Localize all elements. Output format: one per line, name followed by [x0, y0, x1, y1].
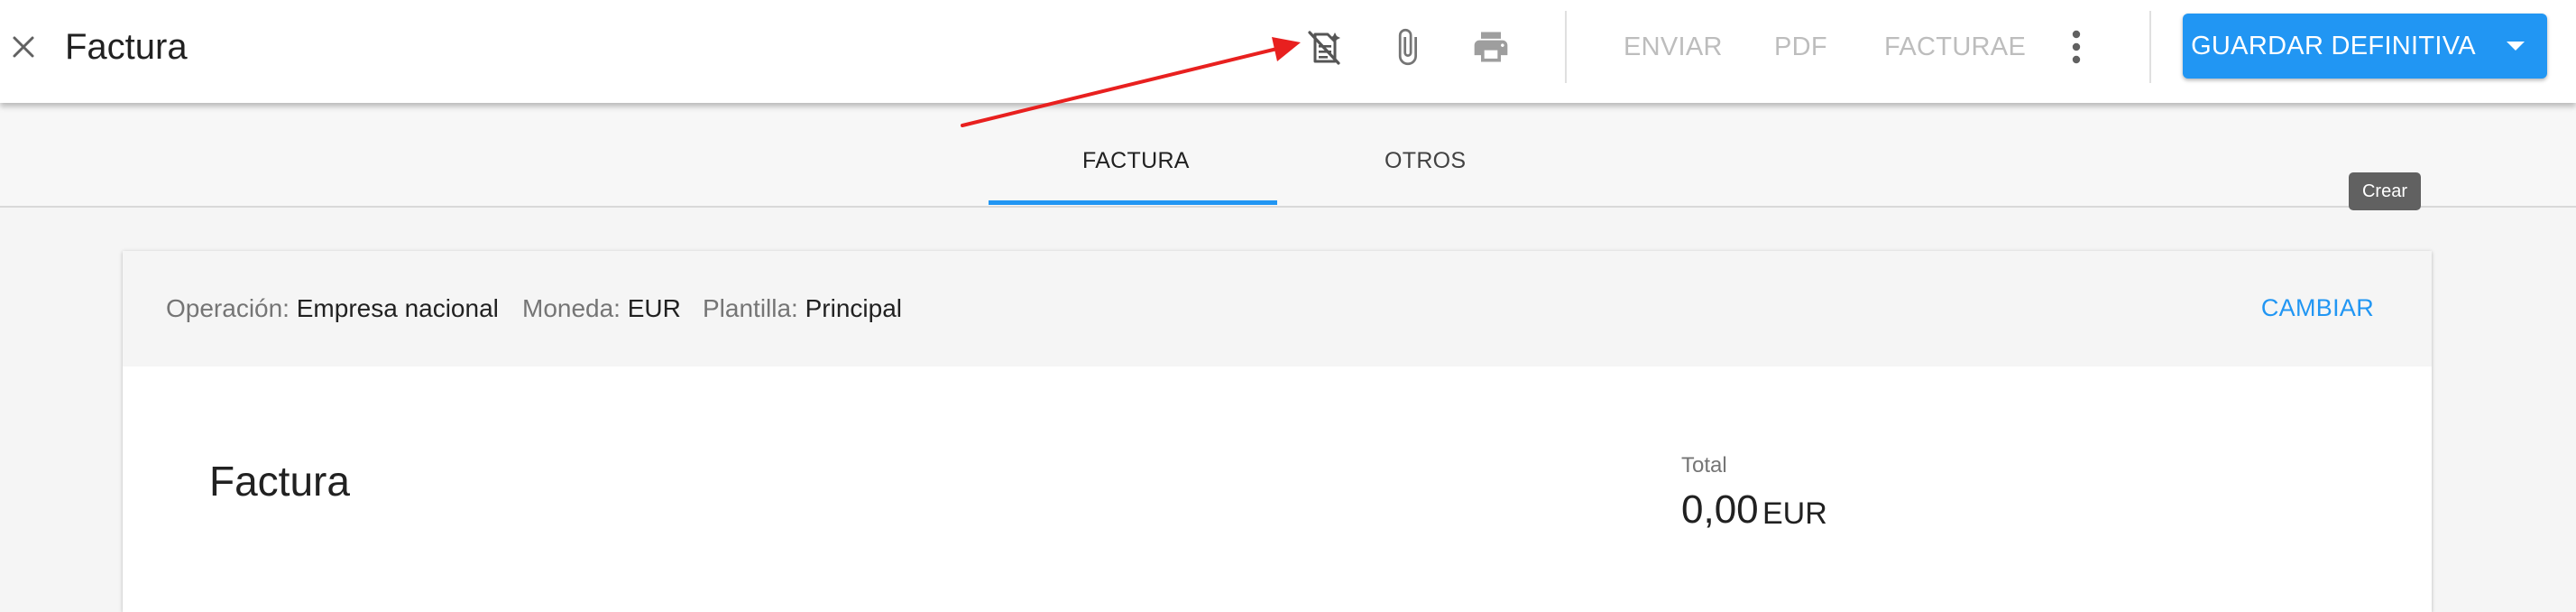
page-title: Factura	[65, 27, 188, 67]
attach-button[interactable]	[1382, 22, 1432, 72]
pdf-button[interactable]: PDF	[1774, 31, 1827, 63]
tab-factura[interactable]: FACTURA	[1082, 148, 1190, 174]
ai-scan-off-icon	[1308, 31, 1340, 65]
tab-otros[interactable]: OTROS	[1385, 148, 1466, 174]
active-tab-indicator	[989, 200, 1277, 205]
more-options-button[interactable]	[2055, 22, 2098, 72]
printer-icon	[1474, 32, 1508, 62]
close-button[interactable]	[5, 26, 41, 68]
save-options-dropdown-button[interactable]	[2484, 14, 2547, 79]
currency-info: Moneda: EUR	[522, 294, 681, 323]
more-vertical-icon	[2072, 30, 2081, 64]
document-title: Factura	[209, 458, 350, 505]
change-settings-button[interactable]: CAMBIAR	[2261, 294, 2374, 322]
save-definitive-button[interactable]: GUARDAR DEFINITIVA	[2183, 14, 2484, 79]
invoice-card: Operación: Empresa nacional Moneda: EUR …	[123, 251, 2432, 612]
tabs-bar: FACTURA OTROS	[0, 103, 2576, 208]
toolbar-divider	[1565, 11, 1567, 83]
template-info: Plantilla: Principal	[703, 294, 902, 323]
ai-scan-toggle-button[interactable]	[1299, 22, 1349, 72]
total-amount: 0,00	[1681, 487, 1759, 532]
print-button[interactable]	[1466, 22, 1516, 72]
paperclip-icon	[1398, 28, 1417, 66]
total-label: Total	[1681, 453, 1727, 478]
operation-label: Operación:	[166, 294, 290, 322]
template-label: Plantilla:	[703, 294, 798, 322]
total-currency: EUR	[1762, 496, 1827, 531]
send-button[interactable]: ENVIAR	[1624, 31, 1723, 63]
invoice-settings-bar: Operación: Empresa nacional Moneda: EUR …	[123, 251, 2432, 366]
toolbar-divider	[2149, 11, 2151, 83]
chevron-down-icon	[2507, 42, 2525, 51]
operation-info: Operación: Empresa nacional	[166, 294, 499, 323]
close-icon	[13, 36, 34, 58]
template-value: Principal	[805, 294, 903, 322]
operation-value: Empresa nacional	[296, 294, 499, 322]
save-definitive-label: GUARDAR DEFINITIVA	[2191, 31, 2476, 60]
currency-value: EUR	[627, 294, 681, 322]
top-app-bar: Factura ENVIAR PDF FACTURAE GUARDAR DEFI…	[0, 0, 2576, 103]
tooltip: Crear	[2349, 172, 2421, 210]
save-definitive-split-button: GUARDAR DEFINITIVA	[2183, 14, 2547, 79]
facturae-button[interactable]: FACTURAE	[1884, 31, 2026, 63]
currency-label: Moneda:	[522, 294, 621, 322]
